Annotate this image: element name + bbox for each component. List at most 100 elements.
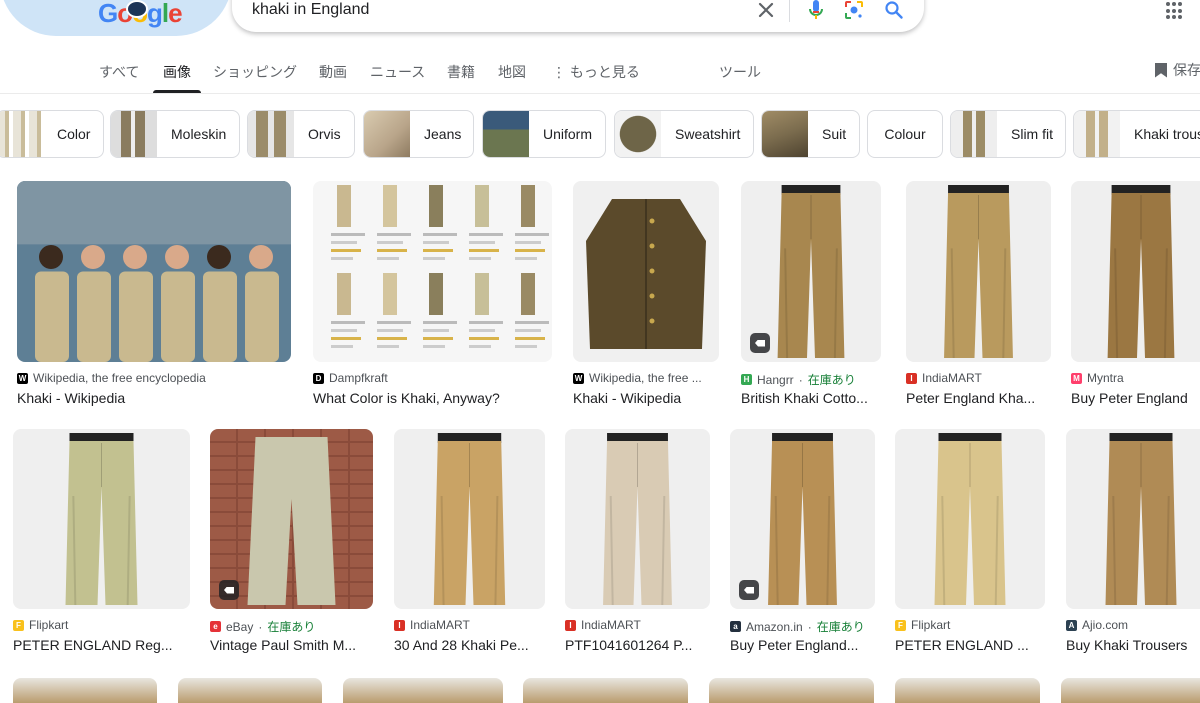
image-result-partial[interactable] bbox=[895, 678, 1040, 703]
image-result[interactable]: M Myntra Buy Peter England bbox=[1071, 181, 1200, 414]
result-thumbnail[interactable] bbox=[313, 181, 552, 362]
result-title[interactable]: Buy Khaki Trousers bbox=[1066, 637, 1200, 653]
save-label: 保存 bbox=[1173, 62, 1200, 78]
result-title[interactable]: What Color is Khaki, Anyway? bbox=[313, 390, 552, 406]
result-title[interactable]: Vintage Paul Smith M... bbox=[210, 637, 373, 653]
result-thumbnail[interactable] bbox=[565, 429, 710, 609]
chip-thumbnail bbox=[364, 111, 410, 157]
image-result-partial[interactable] bbox=[1061, 678, 1200, 703]
result-thumbnail[interactable] bbox=[1071, 181, 1200, 362]
chip-khaki-trousers[interactable]: Khaki trousers bbox=[1073, 110, 1200, 158]
mic-icon[interactable] bbox=[804, 0, 828, 22]
chip-orvis[interactable]: Orvis bbox=[247, 110, 355, 158]
tab-all[interactable]: すべて bbox=[99, 62, 139, 82]
search-box[interactable]: khaki in England bbox=[232, 0, 924, 32]
image-result[interactable]: I IndiaMART Peter England Kha... bbox=[906, 181, 1051, 414]
result-title[interactable]: PETER ENGLAND ... bbox=[895, 637, 1045, 653]
image-result-partial[interactable] bbox=[178, 678, 322, 703]
chip-label: Slim fit bbox=[1011, 126, 1053, 142]
result-title[interactable]: British Khaki Cotto... bbox=[741, 390, 881, 406]
chip-color[interactable]: Color bbox=[0, 110, 104, 158]
source-name: Ajio.com bbox=[1082, 618, 1129, 632]
tab-news[interactable]: ニュース bbox=[370, 62, 425, 82]
chip-thumbnail bbox=[762, 111, 808, 157]
site-favicon-icon: W bbox=[17, 372, 28, 384]
result-source[interactable]: H Hangrr · 在庫あり bbox=[741, 371, 881, 388]
image-result[interactable]: W Wikipedia, the free encyclopedia Khaki -… bbox=[17, 181, 291, 414]
result-thumbnail[interactable] bbox=[394, 429, 545, 609]
image-result[interactable]: F Flipkart PETER ENGLAND Reg... bbox=[13, 429, 190, 661]
image-result[interactable]: I IndiaMART PTF1041601264 P... bbox=[565, 429, 710, 661]
result-source[interactable]: I IndiaMART bbox=[394, 618, 545, 632]
result-source[interactable]: I IndiaMART bbox=[565, 618, 710, 632]
source-name: IndiaMART bbox=[581, 618, 641, 632]
lens-icon[interactable] bbox=[842, 0, 866, 22]
tab-maps[interactable]: 地図 bbox=[498, 62, 526, 82]
site-favicon-icon: e bbox=[210, 621, 221, 632]
apps-icon[interactable] bbox=[1166, 2, 1184, 20]
close-icon[interactable] bbox=[754, 0, 778, 22]
chip-slim-fit[interactable]: Slim fit bbox=[950, 110, 1066, 158]
image-result-partial[interactable] bbox=[13, 678, 157, 703]
active-tab-indicator bbox=[153, 90, 201, 93]
result-source[interactable]: e eBay · 在庫あり bbox=[210, 618, 373, 635]
tab-shopping[interactable]: ショッピング bbox=[213, 62, 297, 82]
result-title[interactable]: PTF1041601264 P... bbox=[565, 637, 710, 653]
chip-uniform[interactable]: Uniform bbox=[482, 110, 606, 158]
image-result[interactable]: H Hangrr · 在庫あり British Khaki Cotto... bbox=[741, 181, 881, 414]
result-thumbnail[interactable] bbox=[906, 181, 1051, 362]
chip-jeans[interactable]: Jeans bbox=[363, 110, 474, 158]
site-favicon-icon: F bbox=[13, 619, 24, 631]
tab-books[interactable]: 書籍 bbox=[447, 62, 475, 82]
result-source[interactable]: A Ajio.com bbox=[1066, 618, 1200, 632]
result-title[interactable]: Buy Peter England... bbox=[730, 637, 875, 653]
result-title[interactable]: Khaki - Wikipedia bbox=[17, 390, 291, 406]
image-result-partial[interactable] bbox=[523, 678, 688, 703]
image-result[interactable]: I IndiaMART 30 And 28 Khaki Pe... bbox=[394, 429, 545, 661]
result-thumbnail[interactable] bbox=[1066, 429, 1200, 609]
result-source[interactable]: a Amazon.in · 在庫あり bbox=[730, 618, 875, 635]
result-source[interactable]: M Myntra bbox=[1071, 371, 1200, 385]
result-source[interactable]: F Flipkart bbox=[895, 618, 1045, 632]
chip-moleskin[interactable]: Moleskin bbox=[110, 110, 240, 158]
chip-suit[interactable]: Suit bbox=[761, 110, 860, 158]
image-result[interactable]: D Dampfkraft What Color is Khaki, Anyway? bbox=[313, 181, 552, 414]
image-result[interactable]: A Ajio.com Buy Khaki Trousers bbox=[1066, 429, 1200, 661]
result-source[interactable]: W Wikipedia, the free ... bbox=[573, 371, 719, 385]
image-result[interactable]: W Wikipedia, the free ... Khaki - Wikipedi… bbox=[573, 181, 719, 414]
image-result[interactable]: a Amazon.in · 在庫あり Buy Peter England... bbox=[730, 429, 875, 661]
result-thumbnail[interactable] bbox=[13, 429, 190, 609]
chip-thumbnail bbox=[951, 111, 997, 157]
result-thumbnail[interactable] bbox=[895, 429, 1045, 609]
result-source[interactable]: D Dampfkraft bbox=[313, 371, 552, 385]
site-favicon-icon: I bbox=[394, 619, 405, 631]
tab-tools[interactable]: ツール bbox=[719, 62, 761, 82]
site-favicon-icon: a bbox=[730, 621, 741, 632]
result-title[interactable]: Khaki - Wikipedia bbox=[573, 390, 719, 406]
result-title[interactable]: Buy Peter England bbox=[1071, 390, 1200, 406]
chip-colour[interactable]: Colour bbox=[867, 110, 943, 158]
image-result-partial[interactable] bbox=[343, 678, 503, 703]
result-title[interactable]: 30 And 28 Khaki Pe... bbox=[394, 637, 545, 653]
result-source[interactable]: F Flipkart bbox=[13, 618, 190, 632]
result-thumbnail[interactable] bbox=[573, 181, 719, 362]
result-title[interactable]: PETER ENGLAND Reg... bbox=[13, 637, 190, 653]
tab-images[interactable]: 画像 bbox=[163, 62, 191, 82]
result-thumbnail[interactable] bbox=[17, 181, 291, 362]
chip-thumbnail bbox=[615, 111, 661, 157]
chip-sweatshirt[interactable]: Sweatshirt bbox=[614, 110, 754, 158]
chip-label: Moleskin bbox=[171, 126, 227, 142]
tab-more[interactable]: ⋮ もっと見る bbox=[552, 62, 640, 82]
save-button[interactable]: 保存 bbox=[1155, 60, 1200, 80]
search-input[interactable]: khaki in England bbox=[252, 1, 369, 19]
result-source[interactable]: W Wikipedia, the free encyclopedia bbox=[17, 371, 291, 385]
tab-videos[interactable]: 動画 bbox=[319, 62, 347, 82]
result-title[interactable]: Peter England Kha... bbox=[906, 390, 1051, 406]
search-icon[interactable] bbox=[882, 0, 906, 22]
source-name: Dampfkraft bbox=[329, 371, 388, 385]
image-result[interactable]: e eBay · 在庫あり Vintage Paul Smith M... bbox=[210, 429, 373, 661]
image-result-partial[interactable] bbox=[709, 678, 874, 703]
google-logo[interactable]: Google bbox=[0, 0, 232, 36]
image-result[interactable]: F Flipkart PETER ENGLAND ... bbox=[895, 429, 1045, 661]
result-source[interactable]: I IndiaMART bbox=[906, 371, 1051, 385]
